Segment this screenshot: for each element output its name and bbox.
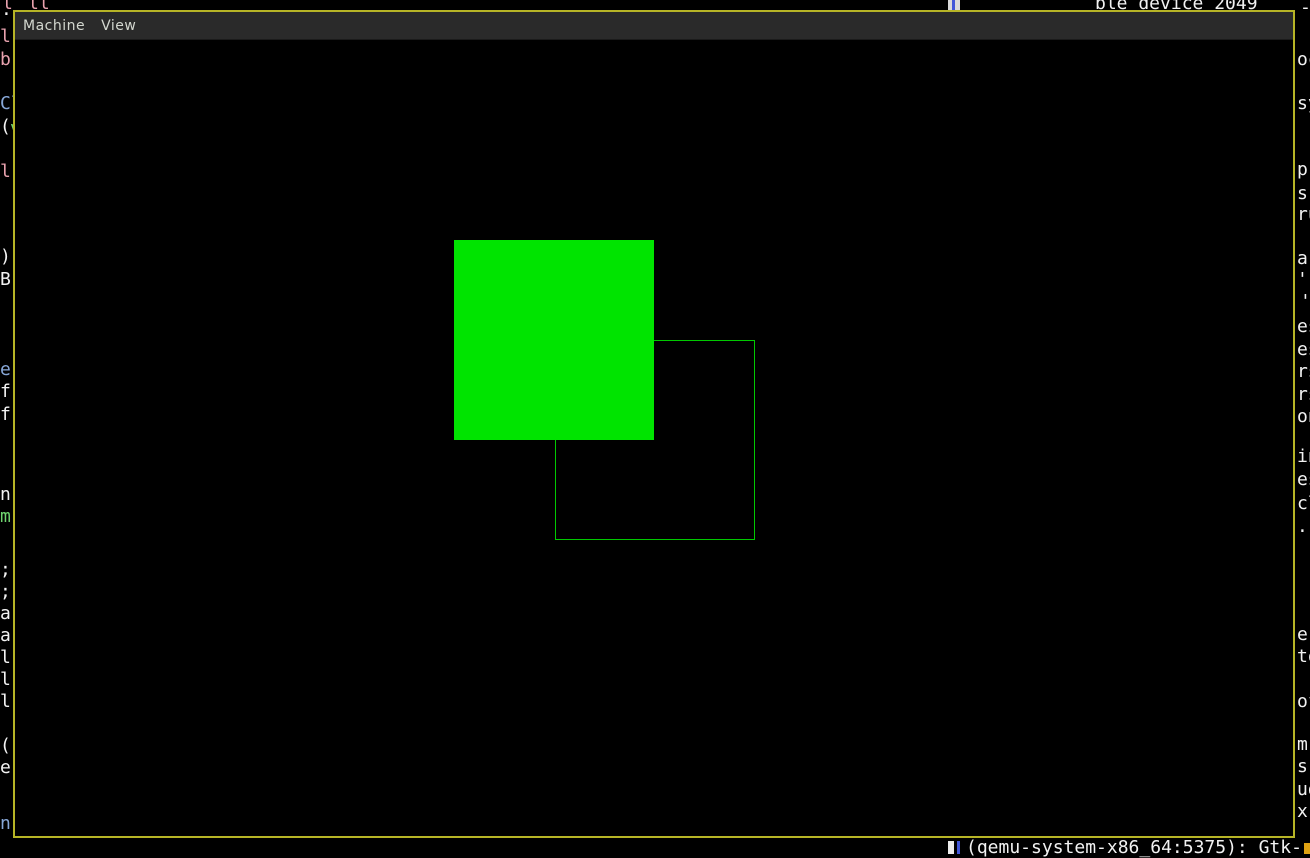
terminal-text-fragment: rs xyxy=(1297,361,1310,382)
terminal-text-fragment: . xyxy=(1297,516,1308,537)
terminal-text-fragment: a xyxy=(1297,248,1308,269)
terminal-text-fragment: oc xyxy=(1297,49,1310,70)
menu-item-machine[interactable]: Machine xyxy=(23,16,85,36)
terminal-text-fragment: m xyxy=(0,506,11,527)
terminal-text-fragment: ', xyxy=(1297,269,1310,290)
terminal-text-fragment: cl xyxy=(1297,493,1310,514)
terminal-text-fragment: f xyxy=(0,404,11,425)
terminal-text-fragment: ud xyxy=(1297,779,1310,800)
terminal-text-fragment: on xyxy=(1297,406,1310,427)
terminal-text-fragment: e xyxy=(0,359,11,380)
terminal-text-fragment: ru xyxy=(1297,204,1310,225)
terminal-text-fragment: ; xyxy=(0,559,11,580)
terminal-text-fragment: x xyxy=(1297,801,1308,822)
terminal-text-fragment: e xyxy=(1297,624,1308,645)
gtk-warning-message: (qemu-system-x86_64:5375): Gtk- xyxy=(966,837,1302,858)
terminal-text-fragment: es xyxy=(1297,316,1310,337)
terminal-text-fragment: n xyxy=(0,813,11,834)
terminal-text-fragment: rs xyxy=(1297,384,1310,405)
terminal-text-fragment: to xyxy=(1297,646,1310,667)
terminal-text-fragment: l xyxy=(0,669,11,690)
terminal-text-fragment: . xyxy=(1,0,12,20)
qemu-vm-window: Machine View xyxy=(13,10,1295,838)
terminal-text-fragment: sy xyxy=(1297,93,1310,114)
green-filled-square xyxy=(454,240,654,440)
terminal-text-fragment: n xyxy=(0,484,11,505)
terminal-text-fragment: l xyxy=(0,161,11,182)
terminal-text-fragment: l xyxy=(0,26,11,47)
terminal-text-fragment: s xyxy=(1297,183,1308,204)
terminal-text-fragment: f xyxy=(0,381,11,402)
terminal-text-fragment: es xyxy=(1297,339,1310,360)
terminal-text-fragment: ( xyxy=(0,735,11,756)
pane-divider-bottom xyxy=(948,841,954,854)
terminal-text-fragment: - xyxy=(1300,0,1310,18)
terminal-text-fragment: e xyxy=(0,757,11,778)
terminal-text-fragment: ) xyxy=(0,246,11,267)
terminal-text-fragment: in xyxy=(1297,446,1310,467)
terminal-text-fragment: l xyxy=(0,647,11,668)
terminal-text-fragment: a xyxy=(0,625,11,646)
terminal-text-fragment: es xyxy=(1297,469,1310,490)
terminal-text-fragment: pr xyxy=(1297,159,1310,180)
terminal-text-fragment: a xyxy=(0,603,11,624)
terminal-text-fragment: b xyxy=(0,49,11,70)
pane-marker-bottom xyxy=(957,841,960,854)
terminal-text-fragment: ' xyxy=(1300,291,1310,312)
terminal-text-fragment: m xyxy=(1297,734,1308,755)
menu-item-view[interactable]: View xyxy=(101,16,136,36)
vm-display[interactable] xyxy=(15,40,1293,836)
terminal-text-fragment: l xyxy=(0,691,11,712)
terminal-text-fragment: ; xyxy=(0,581,11,602)
terminal-text-fragment: s xyxy=(1297,756,1308,777)
terminal-text-fragment: of xyxy=(1297,691,1310,712)
vm-menubar: Machine View xyxy=(15,12,1293,40)
terminal-cursor xyxy=(1304,843,1310,854)
